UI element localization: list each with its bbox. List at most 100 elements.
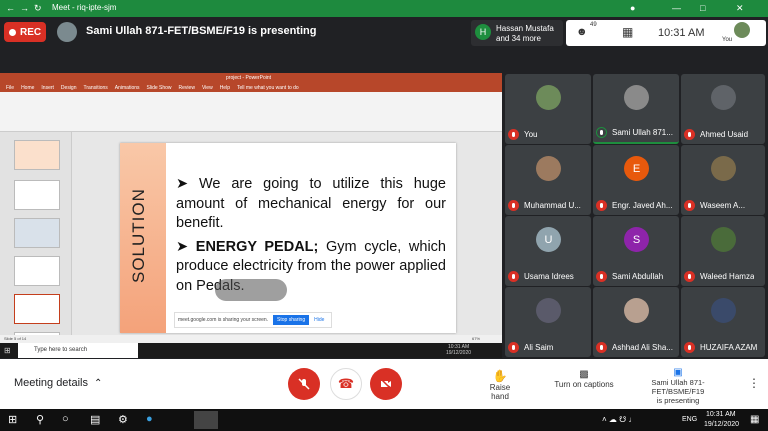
ppt-title: project - PowerPoint (226, 75, 272, 81)
search-icon[interactable]: ⚲ (36, 413, 44, 426)
mic-muted-icon (508, 271, 519, 282)
settings-gear-icon[interactable]: ⚙ (118, 413, 128, 426)
captions-icon: ▩ (579, 369, 589, 380)
task-view-icon[interactable]: ○ (62, 413, 69, 425)
participant-tile[interactable]: You (505, 74, 591, 144)
participant-tile[interactable]: HUZAIFA AZAM (681, 287, 765, 357)
participant-tile[interactable]: Sami Ullah 871... (593, 74, 679, 144)
language-indicator[interactable]: ENG (682, 416, 697, 423)
participant-name-text: Usama Idrees (524, 272, 574, 281)
browser-title-bar: ← → ↻ Meet - riq-ipte-sjm ● — □ ✕ (0, 0, 768, 17)
ppt-tab[interactable]: View (202, 85, 213, 91)
participant-tile[interactable]: Ahmed Usaid (681, 74, 765, 144)
participant-tile[interactable]: Ali Saim (505, 287, 591, 357)
hide-link[interactable]: Hide (314, 317, 324, 323)
active-app-icon[interactable] (194, 411, 218, 429)
participant-tile[interactable]: Waseem A... (681, 145, 765, 215)
participant-name-text: Ahmed Usaid (700, 130, 749, 139)
raise-hand-button[interactable]: ✋ Raise hand (480, 369, 520, 401)
presenting-status-button[interactable]: ▣ Sami Ullah 871-FET/BSME/F19 is present… (626, 367, 730, 405)
maximize-icon[interactable]: □ (700, 3, 705, 13)
windows-start-icon[interactable]: ⊞ (8, 413, 17, 426)
self-avatar[interactable] (734, 22, 750, 38)
mic-off-button[interactable] (288, 368, 320, 400)
back-arrow-icon[interactable]: ← (6, 3, 15, 13)
participant-count: 49 (590, 22, 597, 28)
ppt-tab[interactable]: Insert (41, 85, 54, 91)
presenter-mini-toolbar[interactable] (215, 279, 287, 301)
chevron-up-icon: ⌃ (94, 377, 103, 389)
participant-tile[interactable]: U Usama Idrees (505, 216, 591, 286)
participant-name-text: Muhammad U... (524, 201, 581, 210)
edge-browser-icon[interactable]: ● (146, 413, 153, 425)
slide-bullet: ➤ We are going to utilize this huge amou… (176, 176, 446, 231)
camera-off-icon (380, 378, 392, 390)
slide-thumbnail[interactable] (14, 180, 60, 210)
recording-badge: REC (4, 22, 46, 42)
slide-thumbnail[interactable] (14, 218, 60, 248)
minimize-icon[interactable]: — (672, 3, 681, 13)
people-icon[interactable]: ☻ (576, 26, 588, 38)
participant-initial-avatar: E (624, 156, 649, 181)
mic-muted-icon (596, 200, 607, 211)
more-options-icon[interactable]: ⋮ (748, 376, 760, 390)
ppt-tab[interactable]: File (6, 85, 14, 91)
participant-name: Usama Idrees (508, 271, 591, 282)
ppt-tab[interactable]: Home (21, 85, 34, 91)
ppt-tab[interactable]: Transitions (84, 85, 108, 91)
taskbar-time[interactable]: 10:31 AM (706, 411, 736, 418)
windows-taskbar: ⊞ ⚲ ○ ▤ ⚙ ● ˄ ☁ ☋ ♩ ENG 10:31 AM 19/12/2… (0, 409, 768, 431)
captions-button[interactable]: ▩ Turn on captions (552, 369, 616, 389)
participant-name-text: Sami Abdullah (612, 272, 664, 281)
file-explorer-icon[interactable]: ▤ (90, 413, 100, 426)
system-tray-icons[interactable]: ˄ ☁ ☋ ♩ (602, 415, 636, 424)
participant-tile[interactable]: S Sami Abdullah (593, 216, 679, 286)
meet-top-bar: REC Sami Ullah 871-FET/BSME/F19 is prese… (0, 17, 768, 47)
reload-icon[interactable]: ↻ (34, 3, 42, 14)
participant-name-text: Engr. Javed Ah... (612, 201, 673, 210)
ppt-tab[interactable]: Review (179, 85, 195, 91)
ppt-tab[interactable]: Animations (115, 85, 140, 91)
taskbar-date[interactable]: 19/12/2020 (704, 421, 739, 428)
ppt-status-bar: Slide 5 of 14 67% (0, 335, 502, 343)
shared-windows-taskbar: ⊞ Type here to search 10:31 AM 19/12/202… (0, 343, 502, 358)
participant-tile[interactable]: Ashhad Ali Sha... (593, 287, 679, 357)
viewer-chip[interactable]: H Hassan Mustafa and 34 more (471, 20, 563, 46)
close-icon[interactable]: ✕ (736, 3, 744, 14)
viewer-name: Hassan Mustafa (496, 24, 554, 33)
slide-thumbnail[interactable] (14, 140, 60, 170)
stop-sharing-button[interactable]: Stop sharing (273, 315, 310, 325)
forward-arrow-icon[interactable]: → (20, 3, 29, 13)
participant-photo (711, 156, 736, 181)
participant-tile[interactable]: Muhammad U... (505, 145, 591, 215)
hang-up-icon: ☎ (337, 376, 355, 391)
record-dot-icon (9, 28, 16, 36)
slide-thumbnail[interactable] (14, 256, 60, 286)
mic-muted-icon (684, 342, 695, 353)
meeting-details-button[interactable]: Meeting details ⌃ (14, 377, 102, 389)
meet-bottom-bar: Meeting details ⌃ ☎ ✋ Raise hand ▩ Turn … (0, 359, 768, 409)
ppt-tab[interactable]: Design (61, 85, 77, 91)
participant-initial-avatar: U (536, 227, 561, 252)
ppt-tell-me[interactable]: Tell me what you want to do (237, 85, 299, 91)
chat-icon[interactable]: ▦ (622, 25, 633, 39)
participant-tile[interactable]: Waleed Hamza (681, 216, 765, 286)
participant-tile[interactable]: E Engr. Javed Ah... (593, 145, 679, 215)
slide-thumbnail-pane (0, 132, 72, 358)
camera-off-button[interactable] (370, 368, 402, 400)
participant-name: Ali Saim (508, 342, 591, 353)
participant-photo (536, 156, 561, 181)
participant-name-text: Waseem A... (700, 201, 746, 210)
participant-name: Ashhad Ali Sha... (596, 342, 679, 353)
ppt-tab[interactable]: Slide Show (147, 85, 172, 91)
participant-photo (536, 85, 561, 110)
participant-name-text: Ashhad Ali Sha... (612, 343, 673, 352)
ppt-tab[interactable]: Help (220, 85, 230, 91)
slide-thumbnail-active[interactable] (14, 294, 60, 324)
notification-icon[interactable]: ▦ (750, 414, 759, 425)
leave-call-button[interactable]: ☎ (330, 368, 362, 400)
participant-name-text: Sami Ullah 871... (612, 128, 673, 137)
participant-photo (711, 85, 736, 110)
taskbar-search: Type here to search (18, 343, 138, 358)
zoom-level: 67% (472, 336, 481, 341)
